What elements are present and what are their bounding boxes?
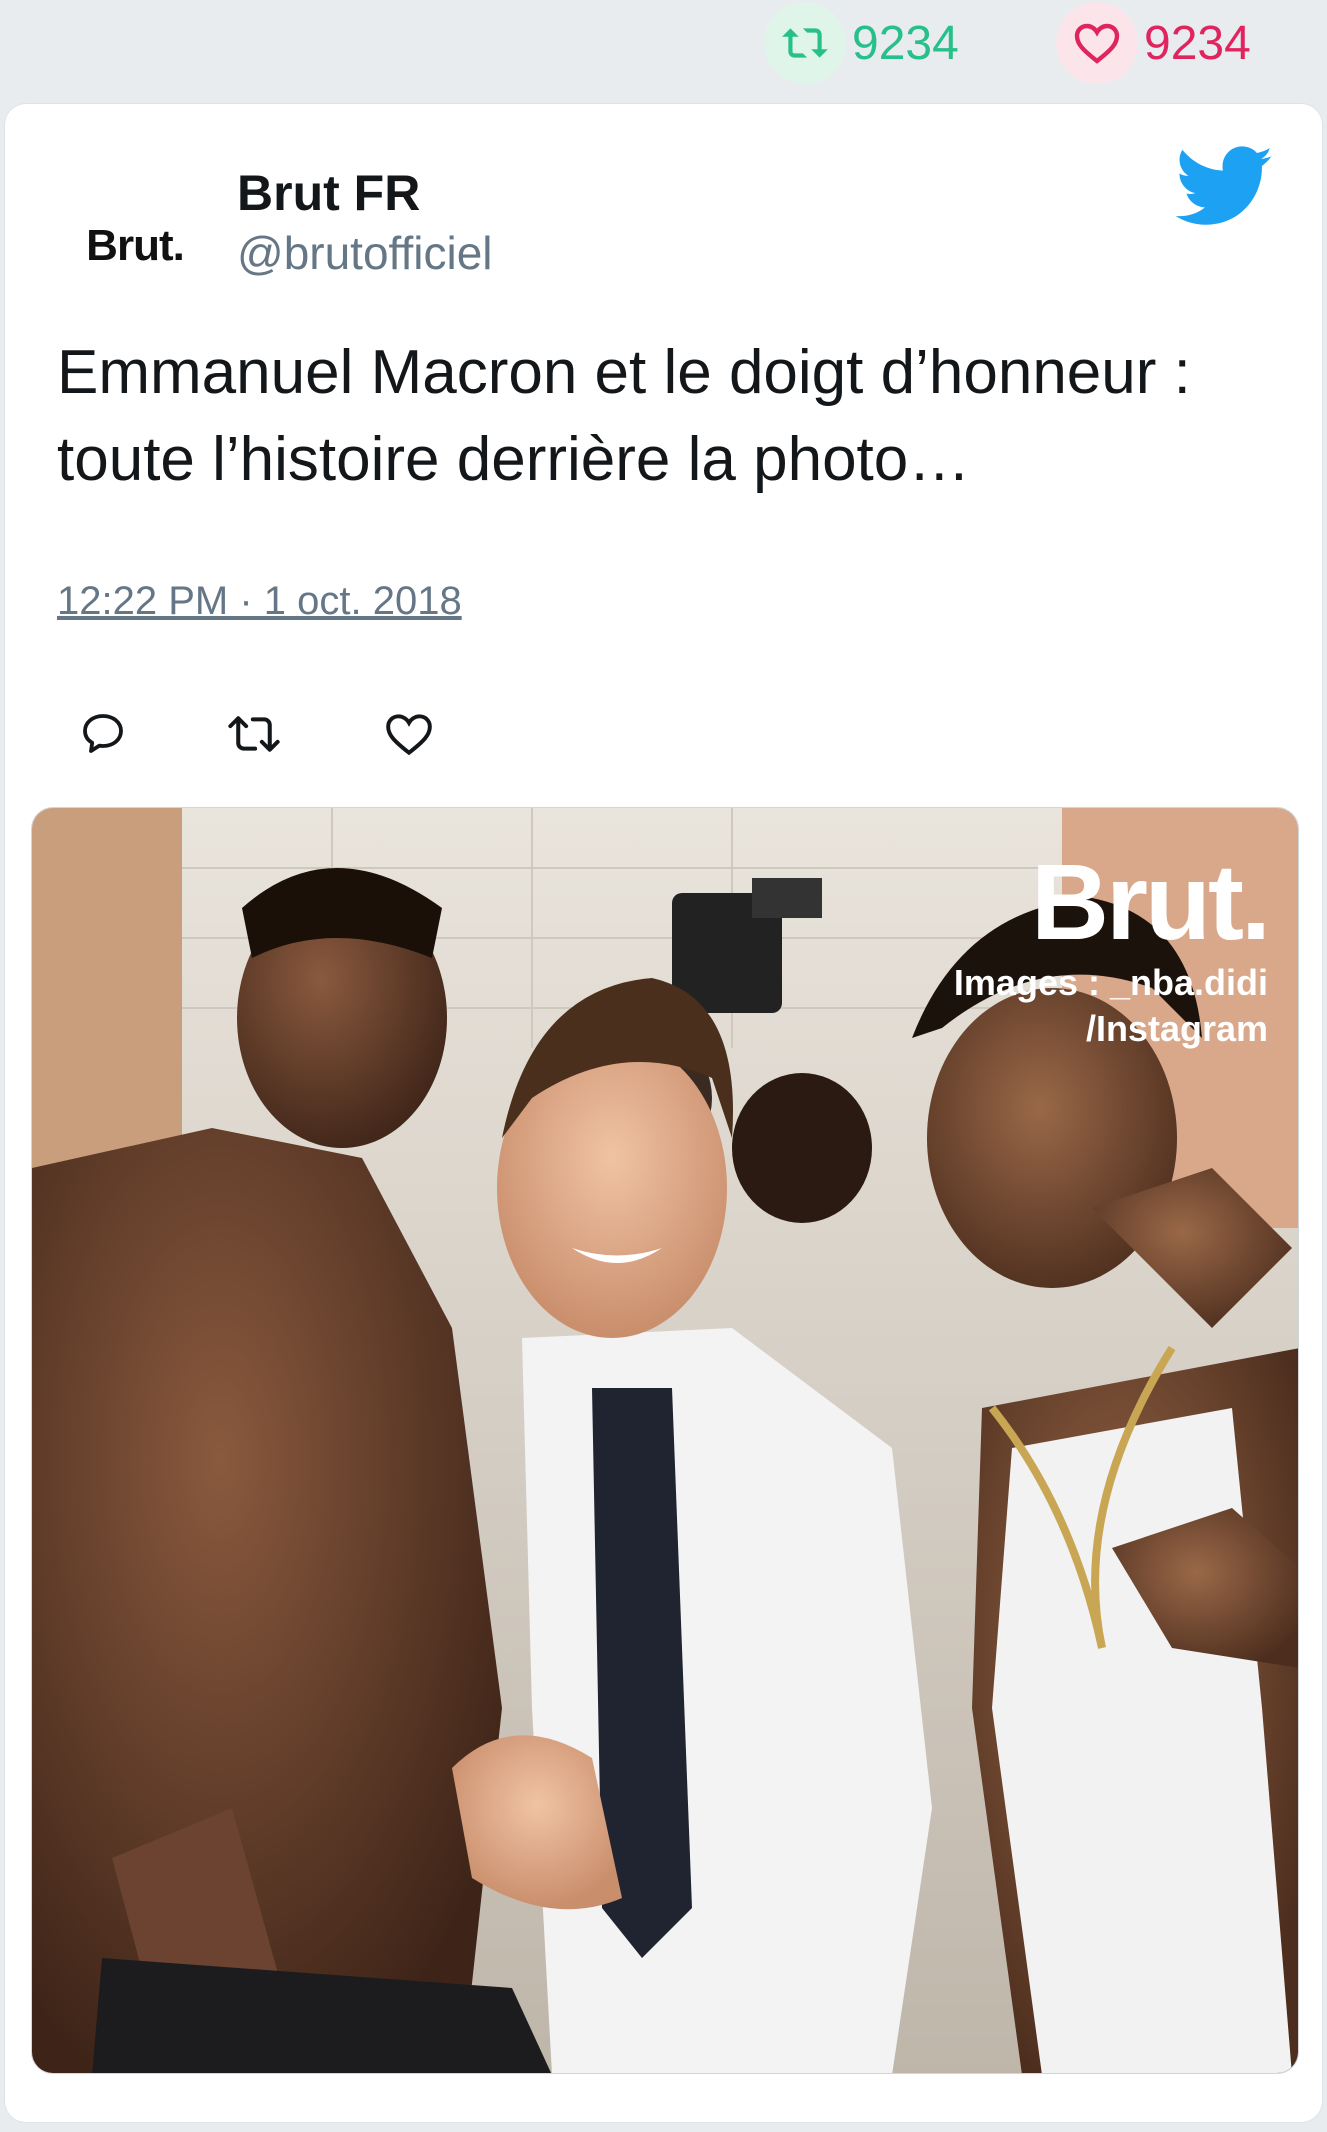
photo-credit-line1: Images : _nba.didi xyxy=(953,962,1268,1003)
retweet-icon[interactable] xyxy=(764,2,846,84)
display-name[interactable]: Brut FR xyxy=(237,164,420,222)
user-handle[interactable]: @brutofficiel xyxy=(237,226,493,280)
heart-icon[interactable] xyxy=(1056,2,1138,84)
tweet-text: Emmanuel Macron et le doigt d’honneur : … xyxy=(57,338,1191,494)
like-count: 9234 xyxy=(1144,16,1251,70)
avatar[interactable]: Brut. xyxy=(55,166,215,326)
retweet-stat[interactable]: 9234 xyxy=(764,2,959,84)
avatar-logo-text: Brut. xyxy=(86,221,185,270)
timestamp-link[interactable]: 12:22 PM · 1 oct. 2018 xyxy=(57,579,462,624)
retweet-count: 9234 xyxy=(852,16,959,70)
tweet-photo[interactable]: Brut. Images : _nba.didi /Instagram xyxy=(31,807,1299,2074)
tweet-actions xyxy=(5,694,505,774)
engagement-bar: 9234 9234 xyxy=(0,0,1327,100)
reply-icon[interactable] xyxy=(73,704,133,764)
brut-watermark-logo: Brut. xyxy=(1031,841,1271,962)
retweet-action-icon[interactable] xyxy=(224,704,284,764)
photo-credit: Images : _nba.didi /Instagram xyxy=(868,960,1268,1052)
twitter-bird-icon[interactable] xyxy=(1175,146,1275,228)
photo-credit-line2: /Instagram xyxy=(1085,1008,1268,1049)
tweet-card: Brut. Brut FR @brutofficiel Emmanuel Mac… xyxy=(4,103,1323,2123)
like-stat[interactable]: 9234 xyxy=(1056,2,1251,84)
like-action-icon[interactable] xyxy=(379,704,439,764)
